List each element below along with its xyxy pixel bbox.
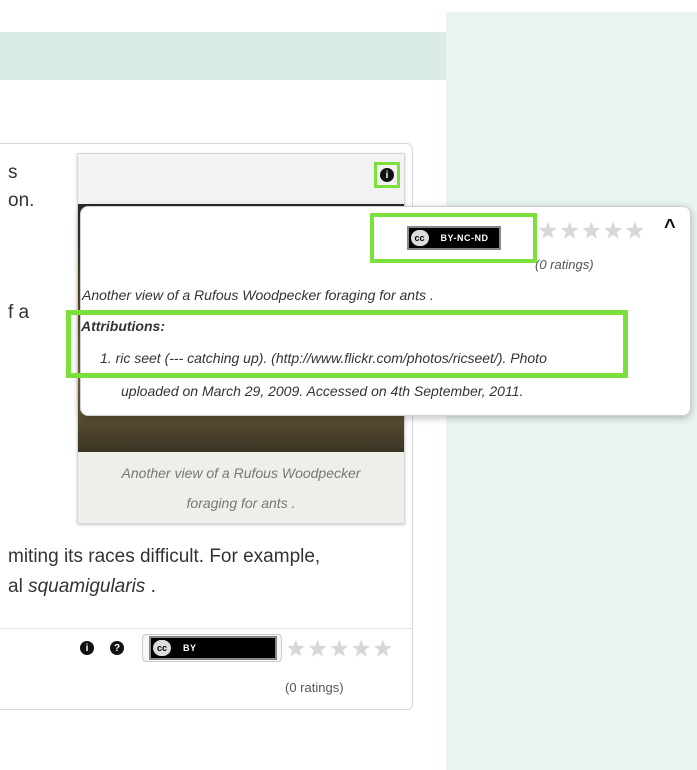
license-label: BY-NC-ND: [440, 233, 489, 243]
attributions-title: Attributions:: [81, 318, 165, 334]
paragraph-fragment: f a: [8, 302, 30, 323]
star-icon[interactable]: ★: [329, 636, 349, 662]
image-caption: Another view of a Rufous Woodpecker fora…: [78, 452, 404, 523]
species-name: squamigularis: [28, 576, 146, 597]
rating-stars[interactable]: ★ ★ ★ ★ ★: [286, 636, 393, 662]
body-line: al squamigularis .: [8, 572, 320, 602]
paragraph-fragment: on.: [8, 190, 35, 211]
license-badge-highlight[interactable]: cc BY-NC-ND: [370, 213, 537, 263]
image-info-button[interactable]: i: [374, 162, 400, 188]
rating-stars[interactable]: ★ ★ ★ ★ ★: [538, 218, 645, 244]
attribution-entry: 1. ric seet (--- catching up). (http://w…: [100, 350, 547, 366]
star-icon[interactable]: ★: [308, 636, 328, 662]
cc-icon: cc: [153, 640, 171, 656]
star-icon[interactable]: ★: [603, 218, 623, 244]
paragraph-fragment: s: [8, 162, 18, 183]
chevron-up-icon[interactable]: ^: [664, 216, 676, 239]
star-icon[interactable]: ★: [351, 636, 371, 662]
license-label: BY: [183, 643, 197, 653]
caption-line: foraging for ants .: [186, 495, 296, 511]
help-icon[interactable]: ?: [110, 641, 124, 655]
caption-line: Another view of a Rufous Woodpecker: [121, 465, 361, 481]
article-body-text: miting its races difficult. For example,…: [8, 542, 320, 602]
content-header-band: [0, 32, 446, 80]
star-icon[interactable]: ★: [625, 218, 645, 244]
body-suffix: .: [145, 576, 156, 597]
attribution-entry-continued: uploaded on March 29, 2009. Accessed on …: [121, 383, 524, 399]
cc-license-badge[interactable]: cc BY: [149, 636, 277, 660]
ratings-count: (0 ratings): [535, 257, 594, 272]
star-icon[interactable]: ★: [581, 218, 601, 244]
info-icon: i: [380, 168, 394, 182]
star-icon[interactable]: ★: [560, 218, 580, 244]
ratings-count: (0 ratings): [285, 680, 344, 695]
info-icon[interactable]: i: [80, 641, 94, 655]
star-icon[interactable]: ★: [538, 218, 558, 244]
star-icon[interactable]: ★: [373, 636, 393, 662]
body-line: miting its races difficult. For example,: [8, 546, 321, 567]
cc-license-badge[interactable]: cc BY-NC-ND: [406, 226, 501, 250]
star-icon[interactable]: ★: [286, 636, 306, 662]
top-strip: [0, 0, 697, 12]
cc-icon: cc: [410, 230, 429, 246]
footer-license-badge-wrap[interactable]: cc BY: [142, 634, 282, 662]
popup-description: Another view of a Rufous Woodpecker fora…: [82, 287, 434, 303]
body-prefix: al: [8, 576, 29, 597]
